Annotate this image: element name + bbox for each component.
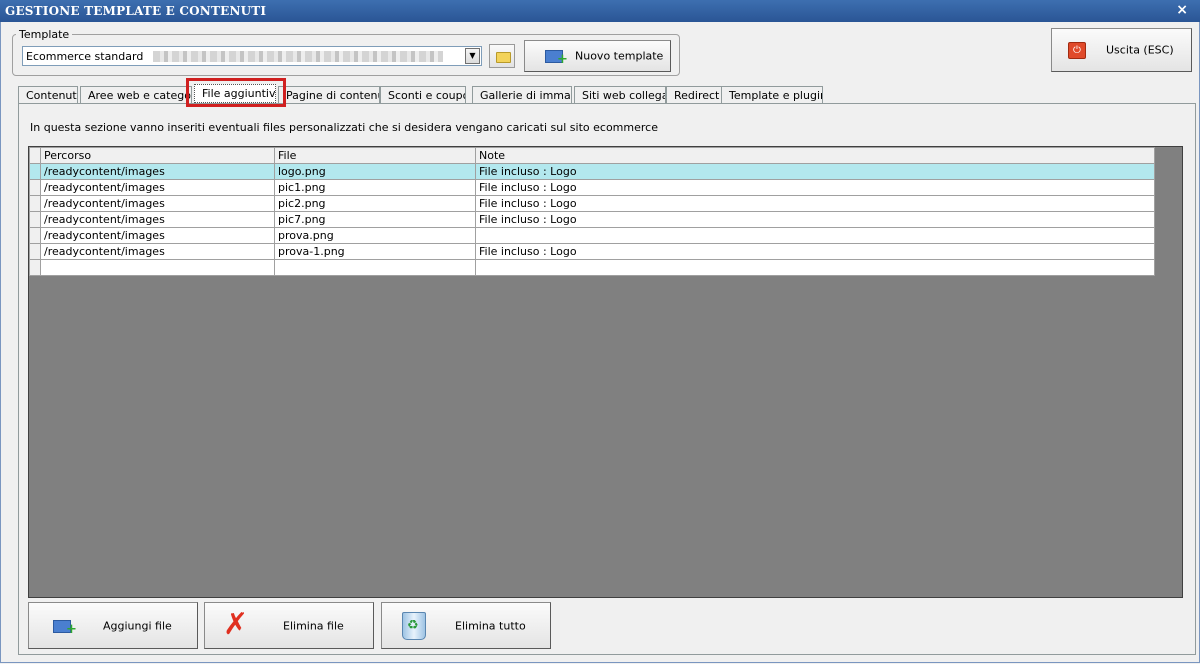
tab-label: Siti web collegati [582, 89, 665, 102]
cell-file[interactable]: pic2.png [274, 195, 476, 212]
delete-file-label: Elimina file [283, 619, 344, 632]
row-indicator [29, 259, 41, 276]
tab-label: Redirect [674, 89, 720, 102]
table-row[interactable]: /readycontent/images prova.png [29, 227, 1155, 244]
tab-label: Sconti e coupon [388, 89, 465, 102]
table-row[interactable]: /readycontent/images pic1.png File inclu… [29, 179, 1155, 196]
cell-note[interactable]: File incluso : Logo [475, 211, 1155, 228]
cell-file[interactable]: pic7.png [274, 211, 476, 228]
files-grid[interactable]: Percorso File Note /readycontent/images … [28, 146, 1183, 598]
template-group-label: Template [16, 28, 73, 41]
cell-note[interactable] [475, 259, 1155, 276]
cell-file[interactable]: prova.png [274, 227, 476, 244]
chevron-down-icon[interactable]: ▼ [465, 48, 480, 64]
info-text: In questa sezione vanno inseriti eventua… [30, 121, 658, 134]
cell-path[interactable]: /readycontent/images [40, 195, 275, 212]
cell-path[interactable]: /readycontent/images [40, 227, 275, 244]
table-row[interactable]: /readycontent/images pic2.png File inclu… [29, 195, 1155, 212]
power-icon: ⏻ [1068, 42, 1086, 59]
row-indicator [29, 195, 41, 212]
folder-icon [496, 52, 511, 63]
table-header: Percorso File Note [29, 147, 1155, 164]
table-row[interactable]: /readycontent/images logo.png File inclu… [29, 163, 1155, 180]
cell-path[interactable]: /readycontent/images [40, 211, 275, 228]
close-icon[interactable]: × [1176, 2, 1188, 18]
title-bar: GESTIONE TEMPLATE E CONTENUTI × [0, 0, 1200, 22]
tab-aree-web[interactable]: Aree web e categorie [80, 86, 192, 103]
recycle-symbol-icon: ♻ [407, 618, 419, 633]
redacted-text [153, 51, 443, 62]
add-file-label: Aggiungi file [103, 619, 172, 632]
column-header[interactable]: Note [475, 147, 1155, 164]
new-template-button[interactable]: + Nuovo template [524, 40, 671, 72]
cell-file[interactable] [274, 259, 476, 276]
template-select[interactable]: Ecommerce standard ▼ [22, 46, 482, 66]
cell-path[interactable]: /readycontent/images [40, 163, 275, 180]
cell-note[interactable]: File incluso : Logo [475, 195, 1155, 212]
open-folder-button[interactable] [489, 44, 515, 68]
plus-icon: + [557, 52, 568, 67]
add-file-button[interactable]: + Aggiungi file [28, 602, 198, 649]
cell-note[interactable]: File incluso : Logo [475, 179, 1155, 196]
tab-sconti-coupon[interactable]: Sconti e coupon [380, 86, 466, 103]
delete-x-icon: ✗ [223, 607, 249, 642]
row-indicator [29, 243, 41, 260]
delete-all-button[interactable]: ♻ Elimina tutto [381, 602, 551, 649]
template-select-value: Ecommerce standard [26, 50, 144, 63]
tab-gallerie[interactable]: Gallerie di immagini [472, 86, 572, 103]
exit-button[interactable]: ⏻ Uscita (ESC) [1051, 28, 1192, 72]
row-indicator [29, 211, 41, 228]
cell-file[interactable]: prova-1.png [274, 243, 476, 260]
plus-icon: + [66, 622, 77, 637]
window-title: GESTIONE TEMPLATE E CONTENUTI [5, 4, 267, 18]
cell-note[interactable]: File incluso : Logo [475, 163, 1155, 180]
delete-file-button[interactable]: ✗ Elimina file [204, 602, 374, 649]
row-indicator-header [29, 147, 41, 164]
row-indicator [29, 179, 41, 196]
delete-all-label: Elimina tutto [455, 619, 526, 632]
tab-label: Contenuti [26, 89, 78, 102]
cell-note[interactable] [475, 227, 1155, 244]
tab-label: Template e plugins [729, 89, 823, 102]
cell-file[interactable]: logo.png [274, 163, 476, 180]
recycle-bin-icon: ♻ [402, 612, 426, 640]
tab-label: Pagine di contenuti [286, 89, 379, 102]
cell-path[interactable] [40, 259, 275, 276]
tab-template-plugins[interactable]: Template e plugins [721, 86, 823, 103]
table-row[interactable]: /readycontent/images prova-1.png File in… [29, 243, 1155, 260]
new-row[interactable] [29, 259, 1155, 276]
new-template-label: Nuovo template [575, 49, 664, 63]
tab-pagine-contenuti[interactable]: Pagine di contenuti [278, 86, 380, 103]
cell-note[interactable]: File incluso : Logo [475, 243, 1155, 260]
column-header[interactable]: Percorso [40, 147, 275, 164]
highlight-box [186, 78, 286, 107]
tab-siti-web[interactable]: Siti web collegati [574, 86, 666, 103]
exit-label: Uscita (ESC) [1106, 43, 1174, 57]
row-indicator [29, 163, 41, 180]
tab-contenuti[interactable]: Contenuti [18, 86, 78, 103]
table-row[interactable]: /readycontent/images pic7.png File inclu… [29, 211, 1155, 228]
column-header[interactable]: File [274, 147, 476, 164]
files-table: Percorso File Note /readycontent/images … [29, 147, 1155, 276]
cell-path[interactable]: /readycontent/images [40, 179, 275, 196]
row-indicator [29, 227, 41, 244]
cell-path[interactable]: /readycontent/images [40, 243, 275, 260]
tab-label: Aree web e categorie [88, 89, 191, 102]
cell-file[interactable]: pic1.png [274, 179, 476, 196]
tab-label: Gallerie di immagini [480, 89, 571, 102]
tab-redirect[interactable]: Redirect [666, 86, 722, 103]
